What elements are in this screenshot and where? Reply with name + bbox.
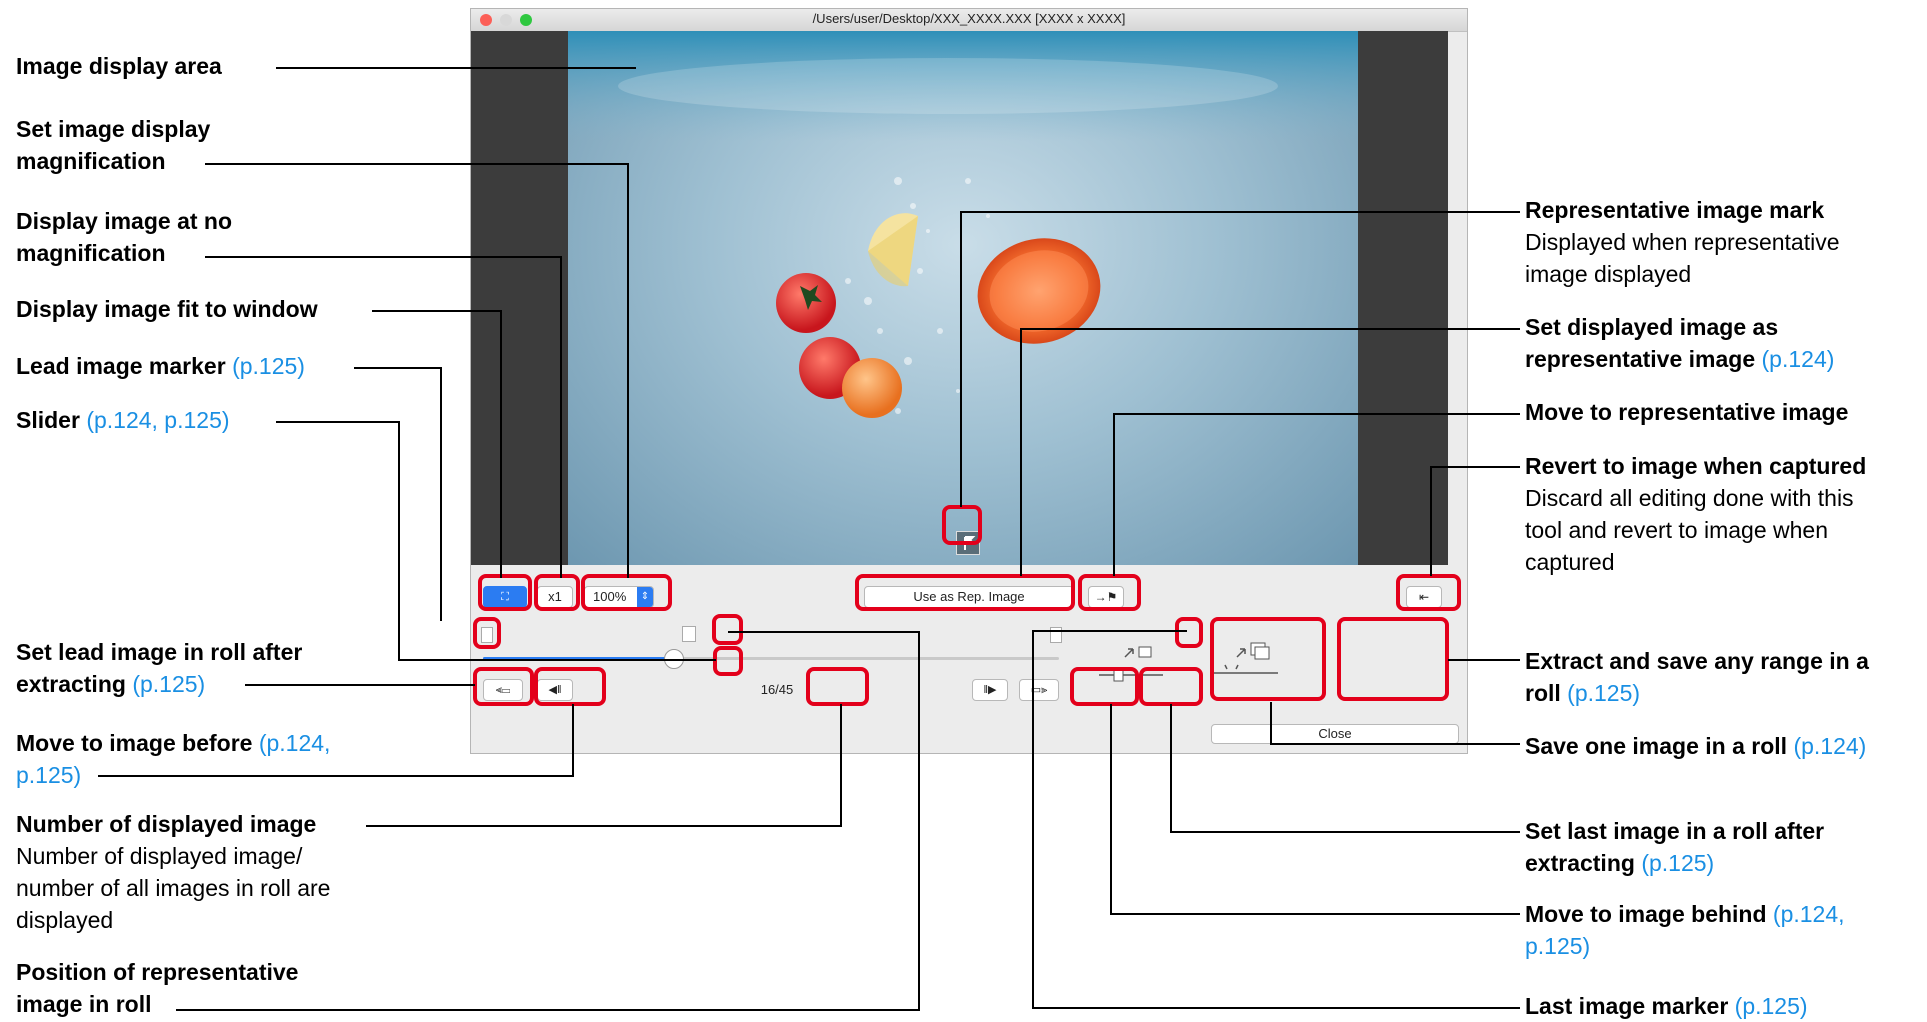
label-set-last: Set last image in a roll after extracting…: [1525, 818, 1825, 876]
rep-position-marker-icon: [682, 626, 696, 642]
highlight-rep-mark: [942, 505, 982, 545]
label-move-before: Move to image before (p.124, p.125): [16, 730, 331, 788]
highlight-use-as-rep: [855, 574, 1075, 611]
leader-line: [1110, 913, 1520, 915]
label-last-marker: Last image marker (p.125): [1525, 993, 1808, 1019]
highlight-fit-window: [478, 574, 532, 611]
leader-line: [398, 421, 400, 661]
leader-line: [1270, 702, 1272, 745]
leader-line: [1270, 743, 1520, 745]
leader-line: [440, 367, 442, 621]
highlight-save-one: [1210, 617, 1326, 701]
leader-line: [276, 421, 400, 423]
link-p124[interactable]: (p.124,: [1773, 901, 1845, 927]
leader-line: [1032, 1007, 1520, 1009]
leader-line: [560, 256, 562, 578]
link-p124-p125[interactable]: (p.124, p.125): [86, 407, 229, 433]
leader-line: [1110, 704, 1112, 915]
label-extract-range: Extract and save any range in a roll (p.1…: [1525, 648, 1869, 706]
label-rep-mark: Representative image mark Displayed when …: [1525, 197, 1840, 287]
window-title: /Users/user/Desktop/XXX_XXXX.XXX [XXXX x…: [812, 11, 1126, 26]
leader-line: [572, 704, 574, 777]
label-fit-window: Display image fit to window: [16, 296, 318, 322]
leader-line: [1430, 466, 1432, 576]
leader-line: [1113, 413, 1115, 576]
label-save-one: Save one image in a roll (p.124): [1525, 733, 1867, 759]
highlight-zoom: [581, 574, 672, 611]
highlight-extract-range: [1337, 617, 1449, 701]
image-counter: 16/45: [760, 682, 794, 697]
next-image-button[interactable]: ‖▶: [972, 679, 1008, 701]
link-p125[interactable]: (p.125): [1641, 850, 1714, 876]
link-p124[interactable]: (p.124): [1793, 733, 1866, 759]
label-move-behind: Move to image behind (p.124, p.125): [1525, 901, 1845, 959]
leader-line: [1020, 328, 1022, 576]
label-position-rep: Position of representative image in roll: [16, 959, 299, 1017]
highlight-revert: [1396, 574, 1461, 611]
label-image-display-area: Image display area: [16, 53, 222, 79]
highlight-set-last: [1139, 667, 1203, 706]
leader-line: [205, 163, 629, 165]
highlight-next: [1070, 667, 1139, 706]
highlight-move-to-rep: [1078, 574, 1141, 611]
close-button[interactable]: Close: [1211, 724, 1459, 744]
highlight-set-lead: [473, 667, 534, 706]
leader-line: [627, 163, 629, 578]
link-p124[interactable]: (p.124): [1762, 346, 1835, 372]
image-display-area: [568, 31, 1358, 565]
leader-line: [1113, 413, 1520, 415]
label-set-magnification: Set image display magnification: [16, 116, 211, 174]
highlight-rep-position: [712, 614, 743, 645]
highlight-lead-marker: [473, 617, 501, 649]
link-p125[interactable]: (p.125): [132, 671, 205, 697]
leader-line: [728, 631, 920, 633]
leader-line: [276, 67, 636, 69]
leader-line: [1170, 831, 1520, 833]
leader-line: [1448, 659, 1520, 661]
highlight-slider-knob: [713, 646, 743, 676]
set-last-image-button[interactable]: ▭⫸: [1019, 679, 1059, 701]
leader-line: [1020, 328, 1520, 330]
leader-line: [960, 211, 1520, 213]
highlight-no-magnification: [534, 574, 580, 611]
label-slider: Slider (p.124, p.125): [16, 407, 230, 433]
leader-line: [960, 211, 962, 507]
label-set-rep: Set displayed image as representative ima…: [1525, 314, 1835, 372]
leader-line: [398, 659, 716, 661]
leader-line: [500, 310, 502, 578]
leader-line: [1032, 630, 1187, 632]
highlight-last-marker: [1175, 617, 1203, 648]
link-p125[interactable]: (p.125): [1567, 680, 1640, 706]
leader-line: [918, 631, 920, 1011]
label-revert: Revert to image when captured Discard all…: [1525, 453, 1867, 575]
leader-line: [1032, 630, 1034, 1009]
leader-line: [1430, 466, 1520, 468]
image-side-margin-right: [1358, 31, 1448, 565]
label-no-magnification: Display image at no magnification: [16, 208, 233, 266]
label-set-lead: Set lead image in roll after extracting (…: [16, 639, 303, 697]
step-forward-icon: ‖▶: [983, 684, 997, 696]
leader-line: [205, 256, 562, 258]
link-p125[interactable]: p.125): [1525, 933, 1590, 959]
leader-line: [372, 310, 502, 312]
highlight-previous: [534, 667, 606, 706]
link-p125[interactable]: (p.125): [1735, 993, 1808, 1019]
highlight-counter: [806, 667, 869, 706]
link-p125[interactable]: p.125): [16, 762, 81, 788]
link-p124[interactable]: (p.124,: [259, 730, 331, 756]
label-lead-marker: Lead image marker (p.125): [16, 353, 305, 379]
label-num-displayed: Number of displayed image Number of displ…: [16, 811, 331, 933]
leader-line: [366, 825, 842, 827]
photo-image: [568, 31, 1358, 418]
leader-line: [840, 704, 842, 827]
link-p125[interactable]: (p.125): [232, 353, 305, 379]
image-side-margin-left: [471, 31, 568, 565]
leader-line: [1170, 704, 1172, 833]
label-move-rep: Move to representative image: [1525, 399, 1849, 425]
leader-line: [354, 367, 442, 369]
title-bar: /Users/user/Desktop/XXX_XXXX.XXX [XXXX x…: [471, 9, 1467, 32]
